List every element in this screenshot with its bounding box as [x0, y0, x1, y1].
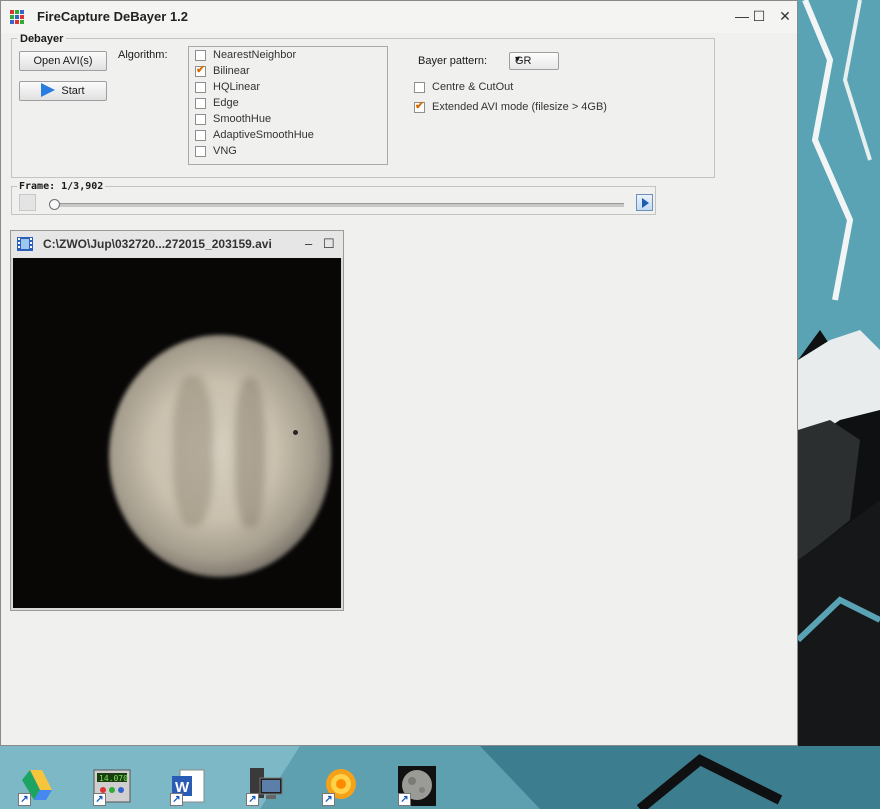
algorithm-label: Algorithm: [118, 49, 168, 61]
algorithm-option-nearestneighbor[interactable]: NearestNeighbor [195, 47, 296, 63]
play-frames-button[interactable] [636, 194, 653, 211]
frame-slider-thumb[interactable] [49, 199, 60, 210]
checkbox[interactable] [195, 129, 206, 141]
shortcut-arrow-icon: ↗ [322, 793, 335, 806]
algorithm-option-edge[interactable]: Edge [195, 95, 239, 111]
subwindow-minimize-button[interactable]: – [305, 236, 312, 251]
moon-icon[interactable]: ↗ [398, 766, 436, 806]
frame-group [11, 186, 656, 215]
debayer-group-label: Debayer [17, 33, 67, 45]
algorithm-option-bilinear[interactable]: Bilinear [195, 63, 250, 79]
open-avi-button[interactable]: Open AVI(s) [19, 51, 107, 71]
extended-avi-option[interactable]: Extended AVI mode (filesize > 4GB) [414, 99, 607, 115]
video-subwindow: C:\ZWO\Jup\032720...272015_203159.avi – … [10, 230, 344, 611]
bayer-pattern-select[interactable]: GR ▾ [509, 52, 559, 70]
algorithm-list: NearestNeighbor Bilinear HQLinear Edge S… [188, 46, 388, 165]
close-button[interactable]: ✕ [775, 7, 795, 25]
title-bar[interactable]: FireCapture DeBayer 1.2 — ☐ ✕ [1, 1, 797, 33]
jupiter-image [109, 335, 331, 577]
film-icon [17, 237, 33, 251]
shortcut-arrow-icon: ↗ [246, 793, 259, 806]
checkbox[interactable] [195, 113, 206, 125]
checkbox[interactable] [195, 145, 206, 157]
checkbox[interactable] [195, 97, 206, 109]
video-file-path: C:\ZWO\Jup\032720...272015_203159.avi [43, 237, 272, 251]
checkbox[interactable] [195, 49, 206, 61]
meter-app-icon[interactable]: 14.070 ↗ [93, 766, 131, 806]
centre-cutout-option[interactable]: Centre & CutOut [414, 79, 513, 95]
shortcut-arrow-icon: ↗ [398, 793, 411, 806]
start-button[interactable]: Start [19, 81, 107, 101]
window-title: FireCapture DeBayer 1.2 [37, 9, 189, 24]
bayer-pattern-label: Bayer pattern: [418, 55, 488, 67]
word-icon[interactable]: W ↗ [170, 766, 208, 806]
shortcut-arrow-icon: ↗ [170, 793, 183, 806]
svg-text:14.070: 14.070 [99, 774, 128, 783]
shortcut-arrow-icon: ↗ [18, 793, 31, 806]
video-subwindow-titlebar[interactable]: C:\ZWO\Jup\032720...272015_203159.avi – … [11, 231, 343, 258]
checkbox[interactable] [195, 81, 206, 93]
previous-frame-button[interactable] [19, 194, 36, 211]
algorithm-option-hqlinear[interactable]: HQLinear [195, 79, 260, 95]
start-button-label: Start [61, 85, 85, 97]
algorithm-option-vng[interactable]: VNG [195, 143, 237, 159]
firecapture-sun-icon[interactable]: ↗ [322, 766, 360, 806]
algorithm-option-adaptivesmoothhue[interactable]: AdaptiveSmoothHue [195, 127, 314, 143]
computer-icon[interactable]: ↗ [246, 766, 284, 806]
shortcut-arrow-icon: ↗ [93, 793, 106, 806]
app-grid-icon [10, 10, 24, 24]
maximize-button[interactable]: ☐ [749, 7, 769, 25]
google-drive-icon[interactable]: ↗ [18, 766, 56, 806]
video-frame-preview [13, 258, 341, 608]
frame-slider-track[interactable] [54, 203, 624, 207]
checkbox-checked[interactable] [195, 63, 206, 77]
chevron-down-icon: ▾ [515, 54, 521, 65]
play-icon [41, 83, 56, 98]
algorithm-option-smoothhue[interactable]: SmoothHue [195, 111, 271, 127]
frame-label: Frame: 1/3,902 [17, 181, 106, 192]
subwindow-maximize-button[interactable]: ☐ [323, 236, 335, 252]
checkbox[interactable] [414, 81, 425, 93]
checkbox-checked[interactable] [414, 99, 425, 113]
